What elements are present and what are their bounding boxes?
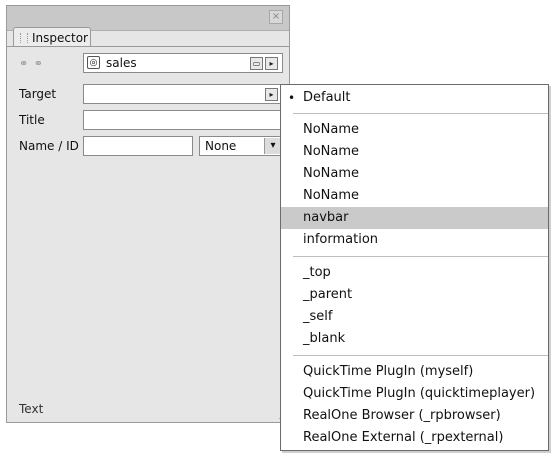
target-dropdown-icon[interactable]: ▸: [265, 88, 278, 101]
menu-item-noname-4[interactable]: NoName: [281, 185, 548, 207]
target-icon: ◎: [87, 56, 100, 69]
menu-item-label: _top: [303, 265, 331, 280]
menu-item-label: NoName: [303, 188, 360, 203]
menu-item-label: information: [303, 232, 379, 247]
title-label: Title: [19, 113, 45, 127]
chevron-down-icon[interactable]: ▾: [264, 138, 281, 154]
menu-item-noname-2[interactable]: NoName: [281, 141, 548, 163]
menu-item-label: _parent: [303, 287, 353, 302]
target-label: Target: [19, 87, 57, 101]
menu-item-noname-3[interactable]: NoName: [281, 163, 548, 185]
menu-item-label: NoName: [303, 144, 360, 159]
footer-label: Text: [19, 402, 44, 416]
menu-item-label: navbar: [303, 210, 349, 225]
menu-item-self[interactable]: _self: [281, 306, 548, 328]
menu-separator: [293, 355, 548, 356]
menu-item-label: _blank: [303, 331, 346, 346]
tab-divider: [7, 46, 289, 47]
nameid-select[interactable]: None ▾: [199, 136, 283, 156]
tab-label: Inspector: [32, 31, 88, 45]
bullet-icon: •: [288, 91, 296, 105]
path-value: sales: [106, 56, 137, 70]
menu-item-realone-external[interactable]: RealOne External (_rpexternal): [281, 427, 548, 449]
menu-separator: [293, 256, 548, 257]
menu-item-label: NoName: [303, 166, 360, 181]
folder-icon[interactable]: ▭: [250, 57, 263, 70]
menu-item-blank[interactable]: _blank: [281, 328, 548, 350]
nameid-select-value: None: [205, 139, 237, 153]
menu-item-noname-1[interactable]: NoName: [281, 119, 548, 141]
menu-item-label: Default: [303, 90, 351, 105]
arrow-button-icon[interactable]: ▸: [265, 57, 278, 70]
target-menu: • Default NoName NoName NoName NoName na…: [280, 84, 549, 451]
menu-item-label: _self: [303, 309, 333, 324]
menu-item-top[interactable]: _top: [281, 262, 548, 284]
menu-item-label: NoName: [303, 122, 360, 137]
menu-item-label: RealOne Browser (_rpbrowser): [303, 408, 501, 423]
menu-item-label: RealOne External (_rpexternal): [303, 430, 504, 445]
menu-item-information[interactable]: information: [281, 229, 548, 251]
close-icon[interactable]: ×: [269, 10, 283, 24]
menu-item-quicktime-myself[interactable]: QuickTime PlugIn (myself): [281, 361, 548, 383]
menu-item-default[interactable]: • Default: [281, 87, 548, 109]
path-field[interactable]: ◎ sales ▭ ▸: [83, 53, 283, 73]
menu-item-navbar[interactable]: navbar: [281, 207, 548, 229]
grip-icon: [20, 33, 28, 43]
tab-inspector[interactable]: Inspector: [13, 27, 91, 47]
nameid-label: Name / ID: [19, 139, 79, 153]
menu-item-realone-browser[interactable]: RealOne Browser (_rpbrowser): [281, 405, 548, 427]
title-field[interactable]: [83, 110, 283, 130]
inspector-panel: × Inspector ⚭ ⚭ ◎ sales ▭ ▸ Target ▸ Tit…: [6, 5, 290, 423]
nameid-field[interactable]: [83, 136, 193, 156]
menu-item-label: QuickTime PlugIn (myself): [303, 364, 474, 379]
menu-separator: [293, 113, 548, 114]
menu-item-quicktime-player[interactable]: QuickTime PlugIn (quicktimeplayer): [281, 383, 548, 405]
target-field[interactable]: ▸: [83, 84, 283, 104]
menu-item-label: QuickTime PlugIn (quicktimeplayer): [303, 386, 536, 401]
menu-item-parent[interactable]: _parent: [281, 284, 548, 306]
link-icons[interactable]: ⚭ ⚭: [19, 57, 44, 70]
